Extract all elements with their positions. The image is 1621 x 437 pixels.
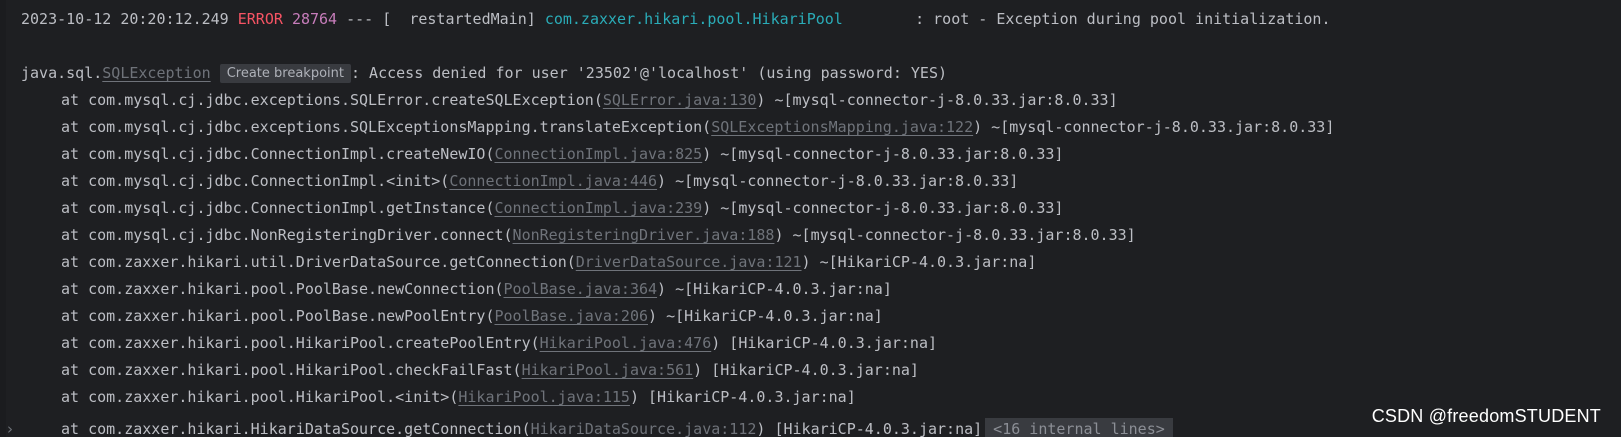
stack-method: at com.zaxxer.hikari.pool.PoolBase.newCo… <box>61 280 504 298</box>
stack-artifact: ) [HikariCP-4.0.3.jar:na] <box>693 361 919 379</box>
stack-method: at com.mysql.cj.jdbc.ConnectionImpl.crea… <box>61 145 495 163</box>
stack-frame: at com.mysql.cj.jdbc.exceptions.SQLError… <box>21 87 1118 114</box>
exception-line: java.sql.SQLException Create breakpoint:… <box>21 60 947 87</box>
stack-frame: at com.mysql.cj.jdbc.NonRegisteringDrive… <box>21 222 1136 249</box>
log-logger[interactable]: com.zaxxer.hikari.pool.HikariPool <box>545 10 843 28</box>
stack-source-link[interactable]: PoolBase.java:206 <box>494 307 648 325</box>
stack-artifact: ) ~[mysql-connector-j-8.0.33.jar:8.0.33] <box>973 118 1335 136</box>
stack-frame: at com.mysql.cj.jdbc.ConnectionImpl.<ini… <box>21 168 1018 195</box>
stack-method: at com.zaxxer.hikari.pool.HikariPool.<in… <box>61 388 459 406</box>
stack-frame: at com.zaxxer.hikari.util.DriverDataSour… <box>21 249 1036 276</box>
stack-frame: at com.zaxxer.hikari.pool.PoolBase.newPo… <box>21 303 883 330</box>
stack-frame: at com.zaxxer.hikari.pool.PoolBase.newCo… <box>21 276 892 303</box>
stack-artifact: ) ~[mysql-connector-j-8.0.33.jar:8.0.33] <box>702 199 1064 217</box>
stack-method: at com.zaxxer.hikari.pool.PoolBase.newPo… <box>61 307 495 325</box>
watermark: CSDN @freedomSTUDENT <box>1371 406 1601 426</box>
stack-artifact: ) ~[mysql-connector-j-8.0.33.jar:8.0.33] <box>702 145 1064 163</box>
stack-source-link[interactable]: SQLError.java:130 <box>603 91 757 109</box>
stack-method: at com.zaxxer.hikari.util.DriverDataSour… <box>61 253 576 271</box>
stack-frame: at com.zaxxer.hikari.HikariDataSource.ge… <box>21 416 1173 437</box>
stack-source-link[interactable]: DriverDataSource.java:121 <box>576 253 802 271</box>
exception-prefix: java.sql. <box>21 64 103 82</box>
console-output: 2023-10-12 20:20:12.249 ERROR 28764 --- … <box>0 0 1621 437</box>
exception-class-link[interactable]: SQLException <box>102 64 210 82</box>
log-separator: --- <box>346 10 374 28</box>
stack-artifact: ) [HikariCP-4.0.3.jar:na] <box>711 334 938 352</box>
stack-artifact: ) [HikariCP-4.0.3.jar:na] <box>756 420 983 437</box>
stack-method: at com.mysql.cj.jdbc.exceptions.SQLExcep… <box>61 118 712 136</box>
stack-frame: at com.zaxxer.hikari.pool.HikariPool.cre… <box>21 330 937 357</box>
stack-frame: at com.mysql.cj.jdbc.ConnectionImpl.crea… <box>21 141 1063 168</box>
stack-artifact: ) ~[HikariCP-4.0.3.jar:na] <box>657 280 892 298</box>
stack-source-link[interactable]: SQLExceptionsMapping.java:122 <box>711 118 973 136</box>
log-message: : root - Exception during pool initializ… <box>915 10 1331 28</box>
exception-message: : Access denied for user '23502'@'localh… <box>350 64 948 82</box>
create-breakpoint-button[interactable]: Create breakpoint <box>219 64 351 83</box>
stack-source-link[interactable]: PoolBase.java:364 <box>504 280 658 298</box>
log-header-line: 2023-10-12 20:20:12.249 ERROR 28764 --- … <box>21 6 1331 33</box>
stack-method: at com.mysql.cj.jdbc.exceptions.SQLError… <box>61 91 603 109</box>
stack-artifact: ) ~[mysql-connector-j-8.0.33.jar:8.0.33] <box>774 226 1136 244</box>
stack-source-link[interactable]: ConnectionImpl.java:239 <box>494 199 702 217</box>
stack-source-link[interactable]: HikariPool.java:561 <box>522 361 694 379</box>
stack-source-link[interactable]: ConnectionImpl.java:446 <box>449 172 657 190</box>
stack-method: at com.mysql.cj.jdbc.NonRegisteringDrive… <box>61 226 513 244</box>
stack-source-link[interactable]: NonRegisteringDriver.java:188 <box>513 226 775 244</box>
log-pid: 28764 <box>291 10 338 28</box>
log-thread: [ restartedMain] <box>382 10 536 28</box>
stack-method: at com.zaxxer.hikari.pool.HikariPool.cre… <box>61 334 540 352</box>
stack-source-link[interactable]: HikariPool.java:115 <box>458 388 630 406</box>
stack-frame: at com.mysql.cj.jdbc.ConnectionImpl.getI… <box>21 195 1063 222</box>
stack-source-link[interactable]: ConnectionImpl.java:825 <box>494 145 702 163</box>
stack-frame: at com.zaxxer.hikari.pool.HikariPool.<in… <box>21 384 856 411</box>
console-gutter <box>0 0 6 437</box>
stack-artifact: ) ~[HikariCP-4.0.3.jar:na] <box>801 253 1037 271</box>
stack-method: at com.zaxxer.hikari.pool.HikariPool.che… <box>61 361 522 379</box>
internal-lines-fold-button[interactable]: <16 internal lines> <box>985 418 1173 437</box>
stack-frame: at com.mysql.cj.jdbc.exceptions.SQLExcep… <box>21 114 1334 141</box>
stack-method: at com.mysql.cj.jdbc.ConnectionImpl.getI… <box>61 199 495 217</box>
stack-artifact: ) ~[mysql-connector-j-8.0.33.jar:8.0.33] <box>657 172 1019 190</box>
stack-source-link[interactable]: HikariDataSource.java:112 <box>531 420 757 437</box>
stack-artifact: ) ~[mysql-connector-j-8.0.33.jar:8.0.33] <box>756 91 1118 109</box>
stack-frame: at com.zaxxer.hikari.pool.HikariPool.che… <box>21 357 919 384</box>
stack-method: at com.mysql.cj.jdbc.ConnectionImpl.<ini… <box>61 172 450 190</box>
log-level: ERROR <box>237 10 283 28</box>
stack-artifact: ) ~[HikariCP-4.0.3.jar:na] <box>648 307 883 325</box>
log-timestamp: 2023-10-12 20:20:12.249 <box>21 10 229 28</box>
chevron-right-icon[interactable]: › <box>7 416 13 437</box>
stack-artifact: ) [HikariCP-4.0.3.jar:na] <box>629 388 856 406</box>
stack-source-link[interactable]: HikariPool.java:476 <box>540 334 712 352</box>
stack-method: at com.zaxxer.hikari.HikariDataSource.ge… <box>61 420 531 437</box>
